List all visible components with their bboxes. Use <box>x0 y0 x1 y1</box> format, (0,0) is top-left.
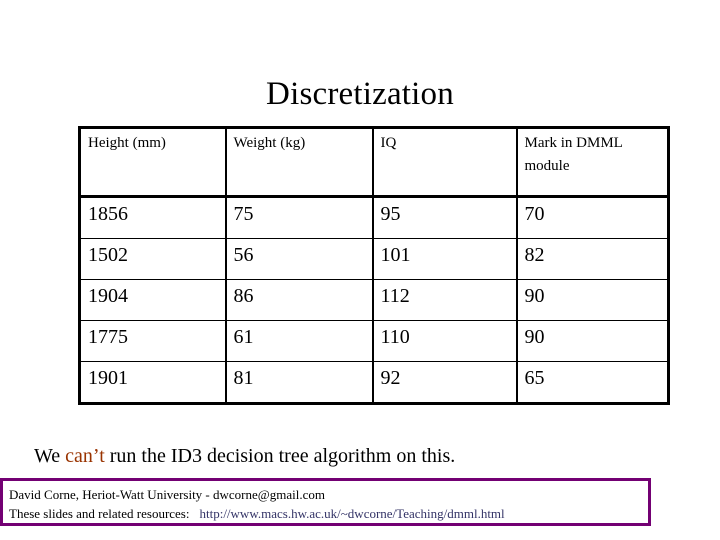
cell-iq: 112 <box>371 279 518 321</box>
cell-iq: 92 <box>371 361 518 404</box>
cell-mark: 90 <box>515 320 670 362</box>
cell-height: 1775 <box>78 320 227 362</box>
footer-resources-line: These slides and related resources: http:… <box>9 504 648 523</box>
cell-weight: 86 <box>224 279 374 321</box>
caption-text-before: We <box>34 445 66 467</box>
table-body: 1856 75 95 70 1502 56 101 82 1904 86 112… <box>78 196 670 404</box>
cell-weight: 61 <box>224 320 374 362</box>
footer-resources-url[interactable]: http://www.macs.hw.ac.uk/~dwcorne/Teachi… <box>189 506 504 521</box>
table-row: 1901 81 92 65 <box>78 361 670 404</box>
page-title: Discretization <box>266 76 454 113</box>
column-header-weight: Weight (kg) <box>224 127 374 198</box>
footer-credit-box: David Corne, Heriot-Watt University - dw… <box>0 478 651 526</box>
cell-iq: 101 <box>371 238 518 280</box>
table-header: Height (mm) Weight (kg) IQ Mark in DMML … <box>78 127 670 198</box>
cell-mark: 90 <box>515 279 670 321</box>
footer-resources-label: These slides and related resources: <box>9 506 190 521</box>
table-row: 1904 86 112 90 <box>78 279 670 321</box>
column-header-height: Height (mm) <box>78 127 227 198</box>
table-header-row: Height (mm) Weight (kg) IQ Mark in DMML … <box>78 127 670 198</box>
footer-author-line: David Corne, Heriot-Watt University - dw… <box>9 487 325 502</box>
cell-iq: 95 <box>371 196 518 239</box>
discretization-table: Height (mm) Weight (kg) IQ Mark in DMML … <box>78 126 670 405</box>
slide-caption: We can’t run the ID3 decision tree algor… <box>34 443 455 469</box>
caption-emphasis: can’t <box>65 445 105 467</box>
cell-weight: 56 <box>224 238 374 280</box>
cell-weight: 75 <box>224 196 374 239</box>
column-header-mark: Mark in DMML module <box>515 127 670 198</box>
cell-iq: 110 <box>371 320 518 362</box>
table-row: 1775 61 110 90 <box>78 320 670 362</box>
table-row: 1502 56 101 82 <box>78 238 670 280</box>
data-table-container: Height (mm) Weight (kg) IQ Mark in DMML … <box>78 126 670 405</box>
caption-text-after: run the ID3 decision tree algorithm on t… <box>104 445 456 467</box>
cell-height: 1502 <box>78 238 227 280</box>
cell-mark: 65 <box>515 361 670 404</box>
cell-height: 1856 <box>78 196 227 239</box>
cell-mark: 82 <box>515 238 670 280</box>
table-row: 1856 75 95 70 <box>78 196 670 239</box>
column-header-iq: IQ <box>371 127 518 198</box>
cell-weight: 81 <box>224 361 374 404</box>
cell-height: 1901 <box>78 361 227 404</box>
cell-height: 1904 <box>78 279 227 321</box>
cell-mark: 70 <box>515 196 670 239</box>
